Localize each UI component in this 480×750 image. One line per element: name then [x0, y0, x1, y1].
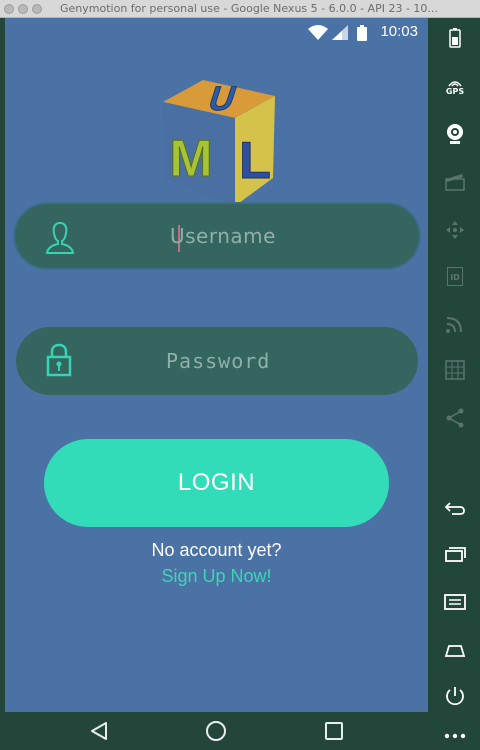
window-titlebar: Genymotion for personal use - Google Nex… [0, 0, 480, 18]
signal-waves-icon [446, 317, 462, 333]
emulator-window: Genymotion for personal use - Google Nex… [0, 0, 480, 750]
minimize-window-button[interactable] [18, 4, 28, 14]
dpad-icon [446, 221, 464, 239]
recent-apps-icon [445, 547, 466, 562]
clapperboard-icon [445, 174, 465, 191]
phone-screen: 10:03 U M L LOGIN [5, 18, 428, 712]
capture-tool[interactable] [443, 170, 467, 194]
window-title: Genymotion for personal use - Google Nex… [60, 2, 438, 15]
phone-tool[interactable] [443, 358, 467, 382]
more-tool[interactable] [443, 724, 467, 748]
battery-tool[interactable] [443, 26, 467, 50]
remote-control-tool[interactable] [443, 218, 467, 242]
grid-icon [445, 360, 465, 380]
menu-tool[interactable] [443, 590, 467, 614]
back-icon[interactable] [88, 720, 110, 742]
password-field[interactable] [16, 327, 418, 395]
username-input[interactable] [170, 204, 400, 268]
window-controls [4, 4, 42, 14]
padlock-icon [46, 343, 72, 377]
cell-signal-icon [332, 25, 348, 40]
power-icon [446, 687, 464, 706]
home-tool[interactable] [443, 638, 467, 662]
recent-apps-tool[interactable] [443, 542, 467, 566]
no-account-text: No account yet? [151, 540, 282, 560]
android-nav-bar [0, 712, 480, 750]
battery-icon [449, 28, 461, 48]
svg-text:M: M [169, 130, 212, 188]
status-clock: 10:03 [380, 23, 418, 40]
gps-icon: GPS [446, 80, 464, 96]
home-icon[interactable] [205, 720, 227, 742]
webcam-icon [447, 124, 463, 144]
network-tool[interactable] [443, 312, 467, 336]
home-icon [444, 645, 466, 657]
close-window-button[interactable] [4, 4, 14, 14]
uml-cube-logo: U M L [163, 79, 275, 206]
battery-icon [357, 25, 367, 41]
gps-tool[interactable]: GPS [443, 76, 467, 100]
id-label: ID [450, 272, 460, 282]
webcam-tool[interactable] [443, 122, 467, 146]
share-tool[interactable] [443, 406, 467, 430]
recents-icon[interactable] [323, 720, 345, 742]
login-button[interactable]: LOGIN [44, 439, 389, 527]
more-icon [444, 733, 466, 739]
zoom-window-button[interactable] [32, 4, 42, 14]
password-input[interactable] [166, 327, 396, 395]
back-tool[interactable] [443, 496, 467, 520]
emulator-toolbar: GPS ID [430, 18, 480, 750]
signup-link[interactable]: Sign Up Now! [5, 566, 428, 587]
back-arrow-icon [444, 502, 465, 515]
gps-signal-icon [448, 81, 462, 87]
wifi-icon [308, 25, 328, 40]
username-field[interactable] [13, 202, 421, 270]
gps-label: GPS [445, 87, 465, 96]
user-icon [45, 221, 75, 254]
power-tool[interactable] [443, 684, 467, 708]
identifiers-tool[interactable]: ID [443, 264, 467, 288]
status-bar: 10:03 [5, 18, 428, 46]
id-icon: ID [447, 266, 463, 286]
share-icon [446, 408, 464, 428]
svg-text:L: L [239, 132, 271, 190]
menu-icon [444, 594, 466, 610]
